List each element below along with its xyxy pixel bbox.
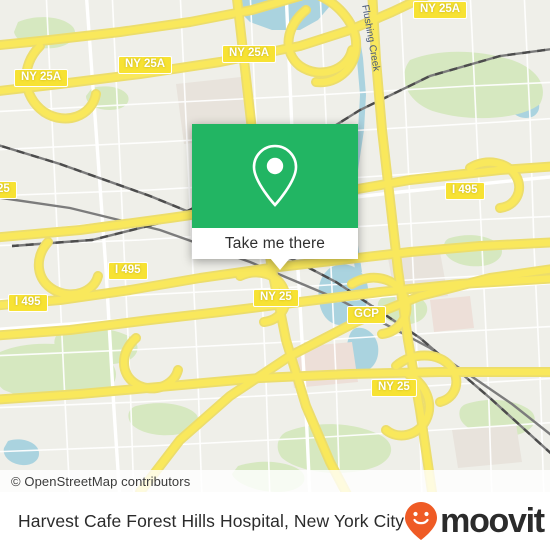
moovit-logo[interactable]: moovit xyxy=(404,501,545,541)
road-shield: NY 25A xyxy=(222,45,277,63)
road-shield: NY 25A xyxy=(413,1,468,19)
popup-action-label: Take me there xyxy=(224,234,326,252)
road-shield: NY 25A xyxy=(14,69,69,87)
popup-pointer xyxy=(270,258,290,270)
road-shield: 25 xyxy=(0,181,17,199)
map-attribution: © OpenStreetMap contributors xyxy=(0,470,550,492)
road-shield: NY 25 xyxy=(253,289,299,307)
attribution-text: © OpenStreetMap contributors xyxy=(11,473,191,489)
location-popup[interactable]: Take me there xyxy=(192,124,358,270)
road-shield: NY 25 xyxy=(371,379,417,397)
road-shield: I 495 xyxy=(108,262,148,280)
road-shield: I 495 xyxy=(445,182,485,200)
road-shield: GCP xyxy=(347,306,386,324)
road-shield: NY 25A xyxy=(118,56,173,74)
road-shield: I 495 xyxy=(8,294,48,312)
map-share-card: NY 25A NY 25A NY 25A NY 25A 25 I 495 I 4… xyxy=(0,0,550,550)
popup-header xyxy=(192,124,358,228)
place-title: Harvest Cafe Forest Hills Hospital, New … xyxy=(18,510,405,531)
footer-bar: Harvest Cafe Forest Hills Hospital, New … xyxy=(0,492,550,550)
map-viewport[interactable]: NY 25A NY 25A NY 25A NY 25A 25 I 495 I 4… xyxy=(0,0,550,492)
moovit-wordmark: moovit xyxy=(440,502,545,540)
map-pin-icon xyxy=(252,144,298,207)
popup-action[interactable]: Take me there xyxy=(192,228,358,259)
moovit-pin-smiley-icon xyxy=(405,502,438,540)
